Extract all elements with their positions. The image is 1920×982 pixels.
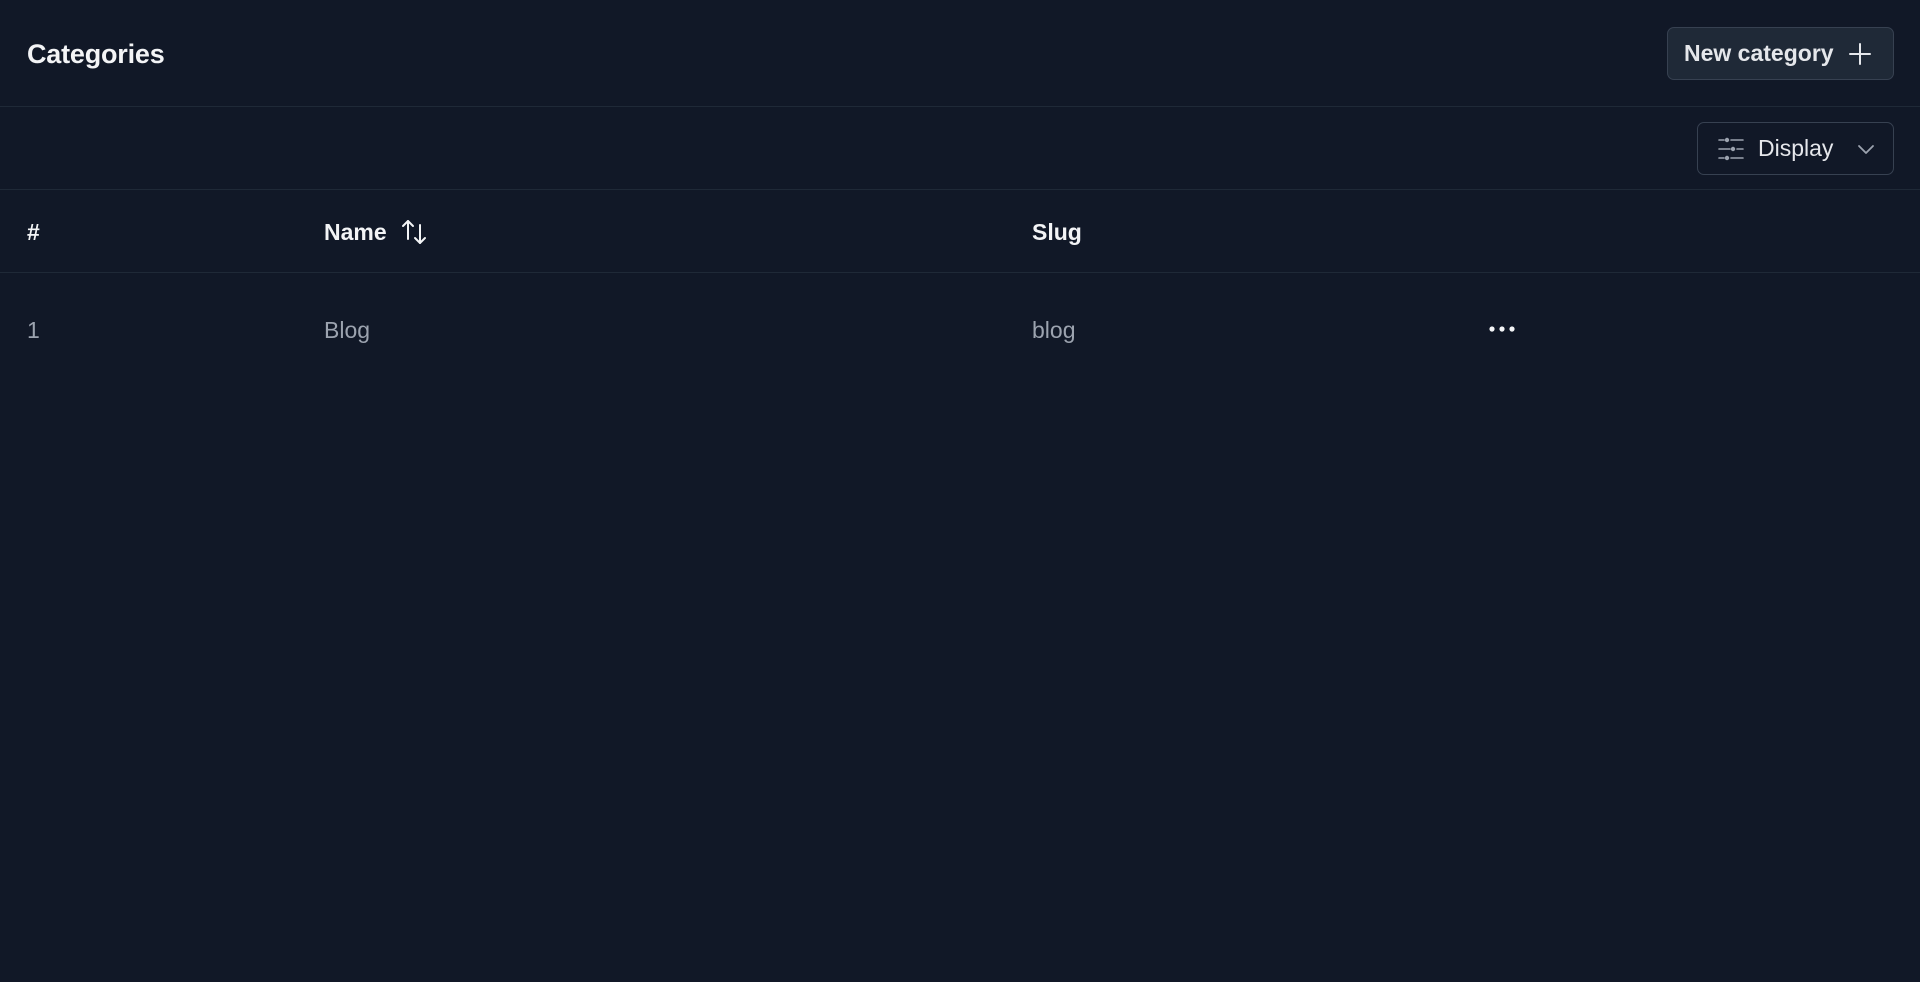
display-label: Display [1758,135,1834,161]
row-actions-button[interactable] [1482,314,1522,344]
more-horizontal-icon [1488,325,1516,333]
new-category-label: New category [1684,40,1834,66]
cell-id: 1 [27,317,40,343]
page-title: Categories [27,39,165,69]
cell-name: Blog [324,317,371,343]
column-header-id-label: # [27,219,40,245]
table-row[interactable]: 1 Blog blog [0,273,1920,383]
sort-arrows-icon[interactable] [399,217,429,247]
column-header-slug-label: Slug [1032,219,1082,245]
cell-slug: blog [1032,317,1076,343]
column-header-slug: Slug [1032,217,1082,247]
sliders-icon [1718,136,1744,162]
column-header-id: # [27,217,40,247]
new-category-button[interactable]: New category [1667,27,1894,80]
table-toolbar: Display [0,107,1920,190]
plus-icon [1848,42,1872,66]
table-header: # Name Slug [0,190,1920,273]
chevron-down-icon [1857,143,1875,155]
column-header-name-label: Name [324,219,387,245]
display-options-button[interactable]: Display [1697,122,1894,175]
column-header-name[interactable]: Name [324,217,429,247]
page-header: Categories New category [0,0,1920,107]
